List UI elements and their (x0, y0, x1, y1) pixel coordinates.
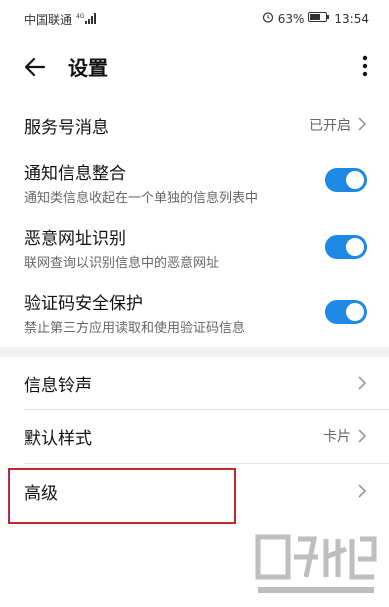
notify-merge-description: 通知类信息收起在一个单独的信息列表中 (24, 191, 259, 206)
signal-icon: 4G (76, 12, 98, 27)
verification-protect-label: 验证码安全保护 (24, 294, 143, 314)
malicious-url-description: 联网查询以识别信息中的恶意网址 (24, 256, 220, 271)
page-title: 设置 (68, 56, 108, 80)
chevron-right-icon (357, 428, 367, 444)
status-right: 63% 13:54 (262, 11, 369, 26)
battery-percent: 63% (277, 11, 305, 26)
section-divider (0, 347, 389, 357)
status-left: 中国联通 4G (24, 11, 98, 28)
highlight-box (8, 468, 236, 524)
verification-protect-description: 禁止第三方应用读取和使用验证码信息 (24, 321, 246, 336)
service-messages-label: 服务号消息 (24, 118, 109, 138)
status-bar: 中国联通 4G 63% 13:54 (0, 0, 389, 38)
default-style-label: 默认样式 (24, 429, 92, 449)
app-bar: 设置 (0, 38, 389, 94)
battery-icon (308, 11, 330, 26)
toggle-knob (346, 171, 364, 189)
carrier-name: 中国联通 (24, 13, 73, 27)
toggle-knob (346, 303, 364, 321)
row-divider (24, 463, 389, 464)
clock-time: 13:54 (334, 11, 369, 26)
malicious-url-toggle[interactable] (325, 235, 367, 259)
toggle-knob (346, 238, 364, 256)
service-messages-value: 已开启 (309, 118, 351, 134)
malicious-url-label: 恶意网址识别 (24, 229, 126, 249)
chevron-right-icon (357, 116, 367, 132)
svg-text:4G: 4G (76, 13, 85, 20)
back-arrow-icon[interactable] (22, 54, 48, 80)
ringtone-row[interactable]: 信息铃声 (0, 358, 389, 408)
verification-protect-row: 验证码安全保护 禁止第三方应用读取和使用验证码信息 (0, 282, 389, 344)
alarm-icon (262, 11, 274, 26)
row-divider (24, 409, 389, 410)
more-options-icon[interactable] (361, 52, 369, 80)
watermark-logo (254, 529, 379, 601)
malicious-url-row: 恶意网址识别 联网查询以识别信息中的恶意网址 (0, 217, 389, 279)
ringtone-label: 信息铃声 (24, 376, 92, 396)
notify-merge-label: 通知信息整合 (24, 164, 126, 184)
default-style-row[interactable]: 默认样式 卡片 (0, 411, 389, 461)
notify-merge-row: 通知信息整合 通知类信息收起在一个单独的信息列表中 (0, 152, 389, 214)
service-messages-row[interactable]: 服务号消息 已开启 (0, 100, 389, 148)
notify-merge-toggle[interactable] (325, 168, 367, 192)
verification-protect-toggle[interactable] (325, 300, 367, 324)
chevron-right-icon (357, 375, 367, 391)
default-style-value: 卡片 (323, 429, 351, 445)
chevron-right-icon (357, 483, 367, 499)
